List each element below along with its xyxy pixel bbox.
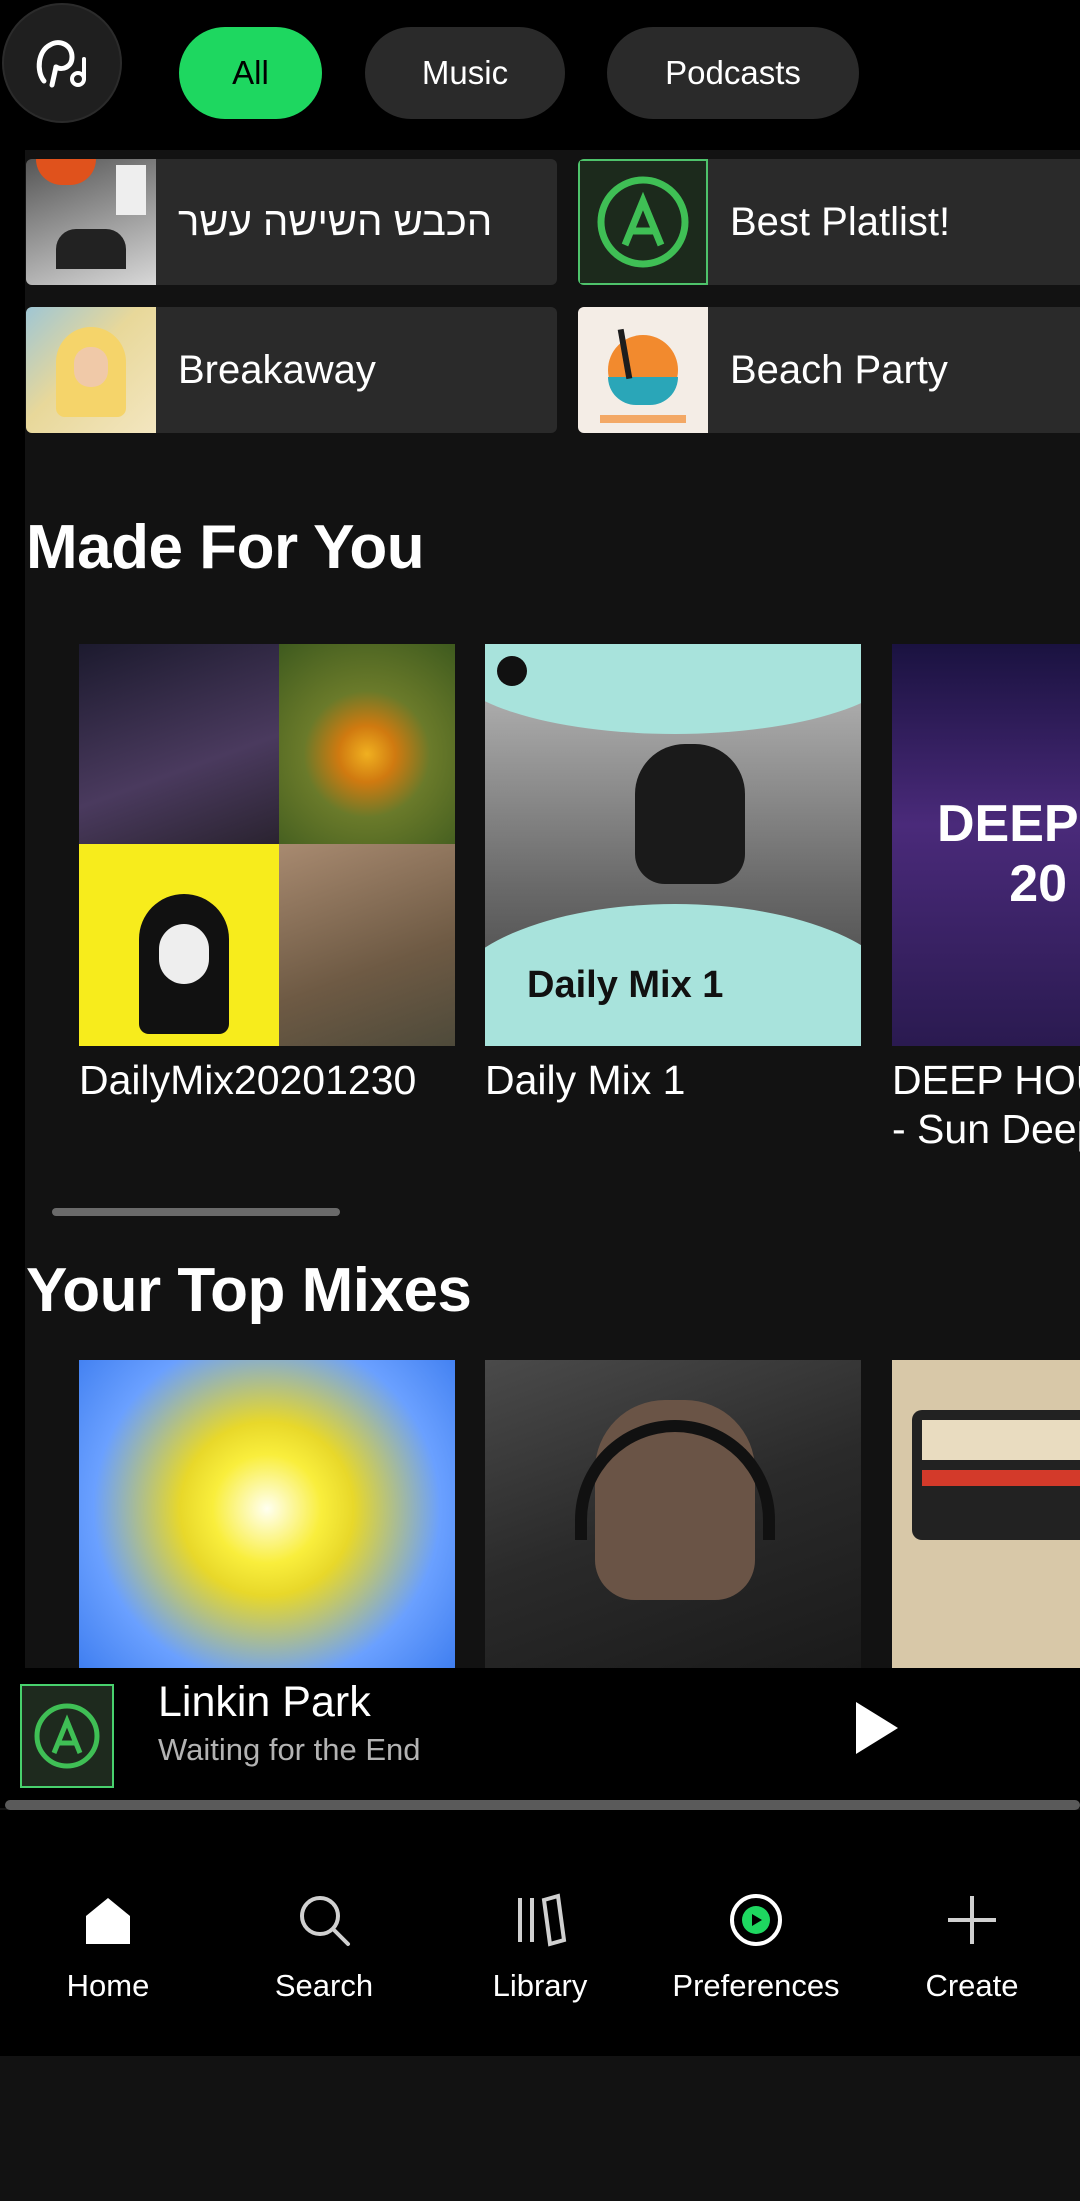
playback-progress[interactable] (5, 1800, 1080, 1810)
top-mix-card[interactable] (79, 1360, 455, 1668)
quick-tile[interactable]: Beach Party (578, 307, 1080, 433)
home-feed[interactable]: הכבש השישה עשר Best Platlist! Breakaway … (0, 150, 1080, 1668)
now-playing-subtitle: Waiting for the End (158, 1732, 421, 1767)
nav-label: Search (274, 1968, 374, 2003)
nav-library[interactable]: Library (432, 1810, 648, 2056)
section-title-top-mixes: Your Top Mixes (26, 1256, 472, 1325)
filter-podcasts[interactable]: Podcasts (607, 27, 859, 119)
profile-avatar[interactable] (2, 3, 122, 123)
tile-artwork (26, 159, 156, 285)
tile-label: Beach Party (730, 347, 948, 392)
top-mix-card[interactable] (485, 1360, 861, 1668)
now-playing-artwork (20, 1684, 114, 1788)
top-mix-cover (485, 1360, 861, 1668)
preferences-icon (730, 1894, 782, 1946)
quick-tile[interactable]: הכבש השישה עשר (26, 159, 557, 285)
mix-caption: DEEP HOUSE 2025 - Sun Deep ... (892, 1057, 1080, 1152)
left-edge (0, 150, 25, 1668)
nav-label: Home (66, 1968, 150, 2003)
top-mix-card[interactable] (892, 1360, 1080, 1668)
nav-label: Create (925, 1968, 1019, 2003)
nav-preferences[interactable]: Preferences (648, 1810, 864, 2056)
plus-icon (948, 1896, 996, 1944)
bottom-spacer (0, 2056, 1080, 2201)
bottom-nav: Home Search Library Preferences Create (0, 1810, 1080, 2056)
nav-label: Library (492, 1968, 588, 2003)
tile-artwork (578, 159, 708, 285)
search-icon (300, 1896, 350, 1946)
quick-tile[interactable]: Best Platlist! (578, 159, 1080, 285)
mix-card[interactable]: DEEP H 20 DEEP HOUSE 2025 - Sun Deep ... (892, 644, 1080, 1154)
mix-caption: Daily Mix 1 (485, 1057, 686, 1103)
tile-artwork (26, 307, 156, 433)
top-mix-cover (892, 1360, 1080, 1668)
nav-label: Preferences (672, 1968, 840, 2003)
filter-music[interactable]: Music (365, 27, 565, 119)
now-playing-bar[interactable]: Linkin Park Waiting for the End (0, 1668, 1080, 1808)
section-title-made-for-you: Made For You (26, 513, 425, 582)
filter-all[interactable]: All (179, 27, 322, 119)
nav-search[interactable]: Search (216, 1810, 432, 2056)
tile-artwork (578, 307, 708, 433)
tile-label: הכבש השישה עשר (178, 199, 493, 244)
tile-label: Breakaway (178, 347, 376, 392)
tile-label: Best Platlist! (730, 199, 951, 244)
mix-card[interactable]: Daily Mix 1 Daily Mix 1 (485, 644, 861, 1105)
play-icon[interactable] (846, 1698, 906, 1758)
nav-create[interactable]: Create (864, 1810, 1080, 2056)
mix-cover: DEEP H 20 (892, 644, 1080, 1046)
carousel-scroll-indicator[interactable] (52, 1208, 340, 1216)
mix-caption: DailyMix20201230 (79, 1057, 417, 1103)
home-icon (86, 1898, 130, 1944)
nav-home[interactable]: Home (0, 1810, 216, 2056)
mix-cover (79, 644, 455, 1046)
mix-card[interactable]: DailyMix20201230 (79, 644, 455, 1105)
library-icon (518, 1893, 567, 1947)
profile-icon (36, 40, 86, 88)
mix-cover: Daily Mix 1 (485, 644, 861, 1046)
top-mix-cover (79, 1360, 455, 1668)
top-bar: All Music Podcasts (0, 0, 1080, 150)
now-playing-title: Linkin Park (158, 1678, 371, 1726)
quick-tile[interactable]: Breakaway (26, 307, 557, 433)
